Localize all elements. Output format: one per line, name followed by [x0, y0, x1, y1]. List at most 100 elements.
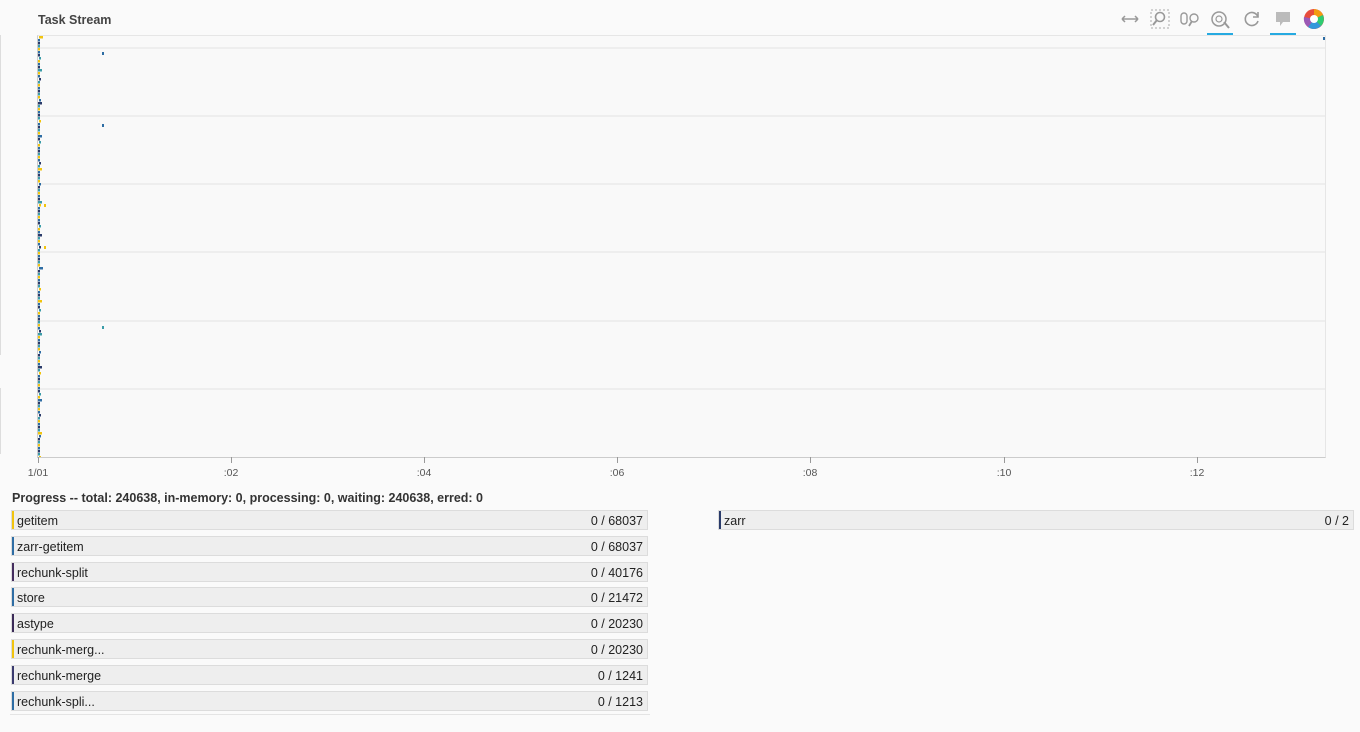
task-mark — [38, 63, 40, 66]
task-mark — [39, 246, 41, 249]
task-mark — [38, 150, 40, 153]
task-mark — [38, 231, 40, 234]
task-mark — [44, 204, 46, 207]
wheel-zoom-icon[interactable] — [1177, 6, 1203, 32]
task-mark — [38, 303, 40, 306]
task-mark — [38, 189, 40, 192]
progress-task-name: rechunk-spli... — [17, 694, 95, 709]
task-mark — [38, 42, 40, 45]
task-mark — [38, 186, 40, 189]
progress-task-name: rechunk-split — [17, 565, 88, 580]
task-mark — [38, 432, 42, 435]
progress-bar-store[interactable]: store 0 / 21472 — [11, 587, 648, 608]
task-mark — [38, 144, 40, 147]
task-mark — [38, 81, 40, 84]
task-mark — [39, 141, 41, 144]
task-mark — [38, 174, 40, 177]
task-mark — [38, 165, 40, 168]
progress-task-count: 0 / 1213 — [597, 694, 643, 709]
task-mark — [38, 369, 40, 372]
task-mark — [38, 270, 40, 273]
task-mark — [38, 243, 40, 246]
task-mark — [39, 414, 41, 417]
task-mark — [38, 405, 40, 408]
task-mark — [38, 282, 40, 285]
task-mark — [38, 336, 40, 339]
task-mark — [38, 159, 40, 162]
progress-color-stripe — [12, 665, 14, 684]
task-mark — [39, 36, 43, 39]
progress-task-count: 0 / 68037 — [590, 514, 643, 528]
hover-icon[interactable] — [1270, 6, 1296, 35]
progress-color-stripe — [12, 536, 14, 555]
task-mark — [38, 300, 42, 303]
task-mark — [38, 360, 40, 363]
task-mark — [38, 252, 40, 255]
progress-color-stripe — [12, 614, 14, 633]
xpan-icon[interactable] — [1117, 6, 1143, 32]
task-mark — [38, 357, 40, 360]
task-mark — [38, 138, 40, 141]
task-mark — [38, 321, 40, 324]
task-mark — [38, 87, 40, 90]
task-mark — [38, 234, 42, 237]
task-mark — [39, 162, 41, 165]
task-mark — [39, 57, 41, 60]
task-mark — [38, 453, 40, 456]
reset-icon[interactable] — [1239, 6, 1265, 32]
task-mark — [38, 210, 40, 213]
task-mark — [38, 69, 42, 72]
task-mark — [38, 111, 40, 114]
task-mark — [38, 384, 40, 387]
task-mark — [39, 351, 41, 354]
task-mark — [38, 39, 40, 42]
task-mark — [38, 255, 40, 258]
task-mark — [38, 324, 40, 327]
task-mark — [39, 225, 41, 228]
task-mark — [44, 246, 46, 249]
x-tick-mark — [617, 457, 618, 463]
task-mark — [38, 276, 40, 279]
progress-bar-zarr-getitem[interactable]: zarr-getitem 0 / 68037 — [11, 535, 648, 556]
progress-bar-astype[interactable]: astype 0 / 20230 — [11, 613, 648, 634]
task-mark — [38, 222, 40, 225]
task-mark — [38, 423, 40, 426]
task-mark — [38, 135, 42, 138]
task-mark — [38, 45, 40, 48]
task-mark — [38, 297, 40, 300]
task-mark — [38, 342, 40, 345]
task-mark — [38, 51, 40, 54]
task-mark — [38, 291, 40, 294]
box-zoom-icon[interactable] — [1147, 6, 1173, 32]
task-mark — [38, 420, 40, 423]
task-mark — [39, 267, 43, 270]
x-tick-mark — [424, 457, 425, 463]
progress-task-name: getitem — [17, 514, 58, 528]
progress-task-name: rechunk-merge — [17, 668, 102, 683]
progress-color-stripe — [12, 640, 14, 658]
task-mark — [38, 444, 40, 447]
task-mark — [38, 117, 40, 120]
progress-bar-getitem[interactable]: getitem 0 / 68037 — [11, 510, 648, 530]
task-mark — [38, 237, 40, 240]
task-mark — [39, 456, 41, 457]
progress-bar-rechunk-merg[interactable]: rechunk-merg... 0 / 20230 — [11, 639, 648, 659]
bokeh-logo-icon[interactable] — [1301, 6, 1327, 32]
x-tick-mark — [38, 457, 39, 463]
progress-color-stripe — [12, 588, 14, 607]
task-mark — [38, 48, 40, 51]
progress-bar-zarr[interactable]: zarr 0 / 2 — [718, 510, 1354, 530]
task-mark — [38, 66, 40, 69]
progress-color-stripe — [12, 511, 14, 529]
progress-bar-rechunk-merge[interactable]: rechunk-merge 0 / 1241 — [11, 664, 648, 685]
task-stream-plot[interactable] — [37, 35, 1326, 458]
task-mark — [38, 429, 40, 432]
task-mark — [38, 195, 40, 198]
task-mark — [38, 378, 40, 381]
task-mark — [38, 213, 40, 216]
progress-bar-rechunk-spli[interactable]: rechunk-spli... 0 / 1213 — [11, 690, 648, 711]
tap-icon[interactable] — [1207, 6, 1233, 35]
progress-task-count: 0 / 68037 — [590, 539, 643, 554]
progress-color-stripe — [719, 511, 721, 529]
progress-bar-rechunk-split[interactable]: rechunk-split 0 / 40176 — [11, 561, 648, 582]
